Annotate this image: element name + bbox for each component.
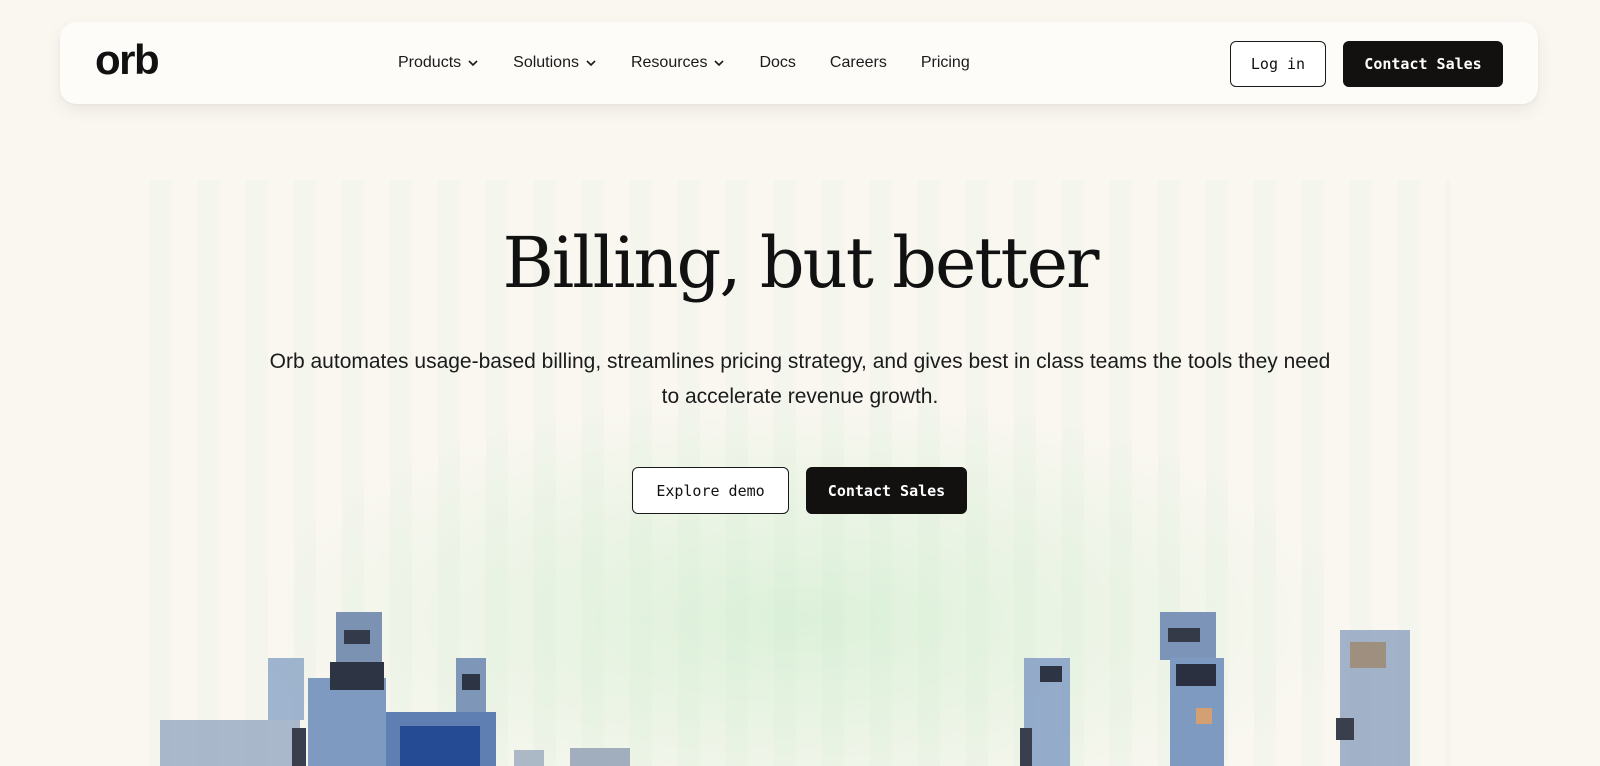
nav-item-careers[interactable]: Careers xyxy=(830,54,887,72)
nav-item-resources[interactable]: Resources xyxy=(631,54,725,72)
login-button[interactable]: Log in xyxy=(1230,41,1326,87)
nav-links: Products Solutions Resources Docs Career… xyxy=(398,22,970,104)
nav-item-label: Products xyxy=(398,54,462,71)
nav-item-label: Solutions xyxy=(513,54,579,71)
hero-title: Billing, but better xyxy=(502,222,1099,304)
nav-item-solutions[interactable]: Solutions xyxy=(513,54,597,72)
chevron-down-icon xyxy=(468,60,478,67)
nav-item-label: Careers xyxy=(829,54,887,71)
nav-item-pricing[interactable]: Pricing xyxy=(921,54,970,72)
nav-item-label: Docs xyxy=(759,54,796,71)
hero-contact-sales-button[interactable]: Contact Sales xyxy=(806,467,967,514)
nav-contact-sales-button[interactable]: Contact Sales xyxy=(1343,41,1503,87)
chevron-down-icon xyxy=(714,60,725,67)
chevron-down-icon xyxy=(586,60,596,67)
nav-item-label: Pricing xyxy=(920,54,970,71)
pixel-people-illustration xyxy=(160,612,1410,766)
hero-subtitle: Orb automates usage-based billing, strea… xyxy=(269,350,1331,408)
nav-item-products[interactable]: Products xyxy=(398,54,479,72)
pixel-figure-group-left xyxy=(160,612,630,766)
nav-item-label: Resources xyxy=(630,54,708,71)
orb-logo[interactable]: orb xyxy=(95,36,160,84)
pixel-figure-group-right xyxy=(1020,612,1410,766)
nav-item-docs[interactable]: Docs xyxy=(759,54,795,72)
explore-demo-button[interactable]: Explore demo xyxy=(632,467,789,514)
